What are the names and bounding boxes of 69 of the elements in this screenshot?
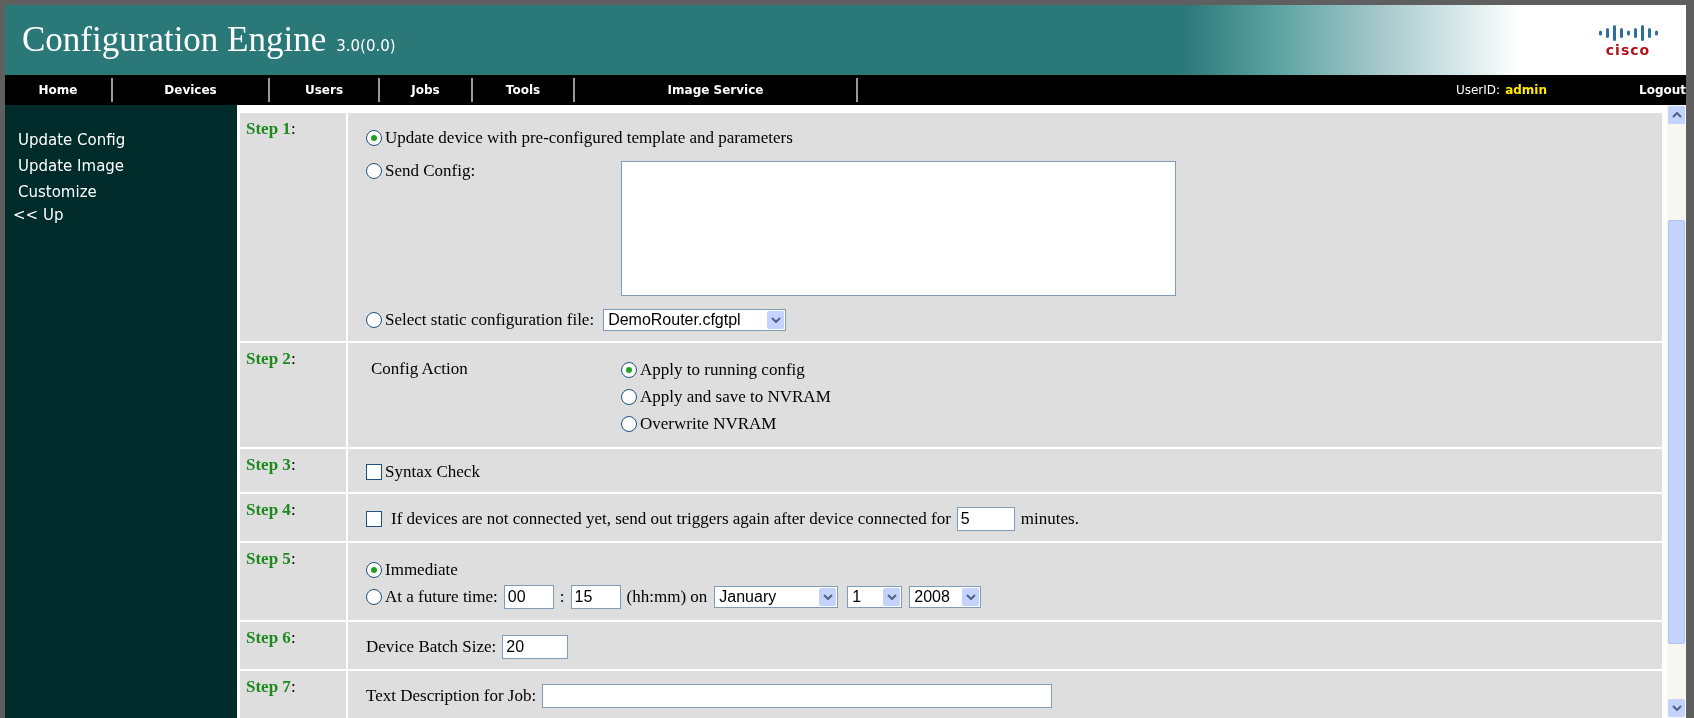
logo-bars-icon xyxy=(1598,23,1658,42)
scroll-down-button[interactable] xyxy=(1668,699,1685,717)
format-label: (hh:mm) on xyxy=(626,586,708,607)
checkbox[interactable] xyxy=(366,464,382,480)
dropdown[interactable]: DemoRouter.cfgtpl xyxy=(603,309,787,331)
step-label: Step 3: xyxy=(240,449,348,494)
dropdown[interactable]: January xyxy=(714,585,839,608)
sidebar-link[interactable]: Customize xyxy=(5,179,97,205)
sidebar-link[interactable]: Update Config xyxy=(5,127,126,153)
field-label: Device Batch Size: xyxy=(366,637,497,657)
option-label: Select static configuration file: xyxy=(385,310,595,330)
app-title: Configuration Engine xyxy=(22,20,327,60)
caret-icon xyxy=(886,593,897,600)
nav-item[interactable]: Image Service xyxy=(575,78,858,102)
scroll-thumb[interactable] xyxy=(1668,220,1685,644)
minute-field[interactable]: 15 xyxy=(570,584,621,609)
nav-item[interactable]: Devices xyxy=(113,78,270,102)
radio-button[interactable] xyxy=(621,388,637,405)
up-link[interactable]: << Up xyxy=(5,205,64,225)
radio-button[interactable] xyxy=(366,561,382,578)
caret-icon xyxy=(1671,705,1682,711)
step-label: Step 4: xyxy=(240,494,348,543)
field-label: Text Description for Job: xyxy=(366,686,537,706)
step-label: Step 2: xyxy=(240,343,348,449)
user-name: admin xyxy=(1505,83,1547,97)
scrollbar[interactable] xyxy=(1667,105,1686,718)
field-label: Config Action xyxy=(371,358,469,380)
text-field[interactable]: 20 xyxy=(502,635,569,659)
option-label: If devices are not connected yet, send out triggers again after device connected for xyxy=(391,509,951,529)
caret-icon xyxy=(770,317,781,323)
option-label: Apply and save to NVRAM xyxy=(640,386,831,407)
caret-icon xyxy=(822,593,833,600)
time-separator: : xyxy=(559,586,565,607)
option-label: Send Config: xyxy=(385,161,476,181)
scroll-up-button[interactable] xyxy=(1668,106,1685,124)
step-label: Step 1: xyxy=(240,113,348,343)
option-label: Immediate xyxy=(385,559,458,580)
user-label: UserID: xyxy=(1455,83,1501,97)
checkbox[interactable] xyxy=(366,511,382,527)
radio-button[interactable] xyxy=(621,415,637,432)
radio-button[interactable] xyxy=(366,588,382,605)
logo-text: cisco xyxy=(1605,42,1651,57)
version-label: 3.0(0.0) xyxy=(336,37,396,55)
logout-link[interactable]: Logout xyxy=(1639,83,1686,97)
caret-icon xyxy=(965,593,976,600)
nav-item[interactable]: Tools xyxy=(473,78,575,102)
step-label: Step 7: xyxy=(240,671,348,718)
unit-label: minutes. xyxy=(1020,509,1079,529)
dropdown[interactable]: 1 xyxy=(847,585,903,608)
hour-field[interactable]: 00 xyxy=(503,584,554,609)
step-label: Step 5: xyxy=(240,543,348,622)
step-label: Step 6: xyxy=(240,622,348,671)
radio-button[interactable] xyxy=(366,163,382,179)
text-field[interactable] xyxy=(542,684,1053,708)
dropdown[interactable]: 2008 xyxy=(909,585,982,608)
option-label: Apply to running config xyxy=(640,359,805,380)
nav-item[interactable]: Home xyxy=(5,78,113,102)
radio-button[interactable] xyxy=(621,361,637,378)
caret-icon xyxy=(1671,112,1682,118)
nav-item[interactable]: Jobs xyxy=(380,78,473,102)
option-label: Overwrite NVRAM xyxy=(640,413,777,434)
radio-button[interactable] xyxy=(366,130,382,146)
nav-item[interactable]: Users xyxy=(270,78,380,102)
radio-button[interactable] xyxy=(366,312,382,328)
option-label: Update device with pre-configured template and parameters xyxy=(385,128,793,148)
option-label: At a future time: xyxy=(385,586,498,607)
minutes-field[interactable]: 5 xyxy=(956,507,1015,531)
sidebar-link[interactable]: Update Image xyxy=(5,153,125,179)
option-label: Syntax Check xyxy=(385,462,480,482)
